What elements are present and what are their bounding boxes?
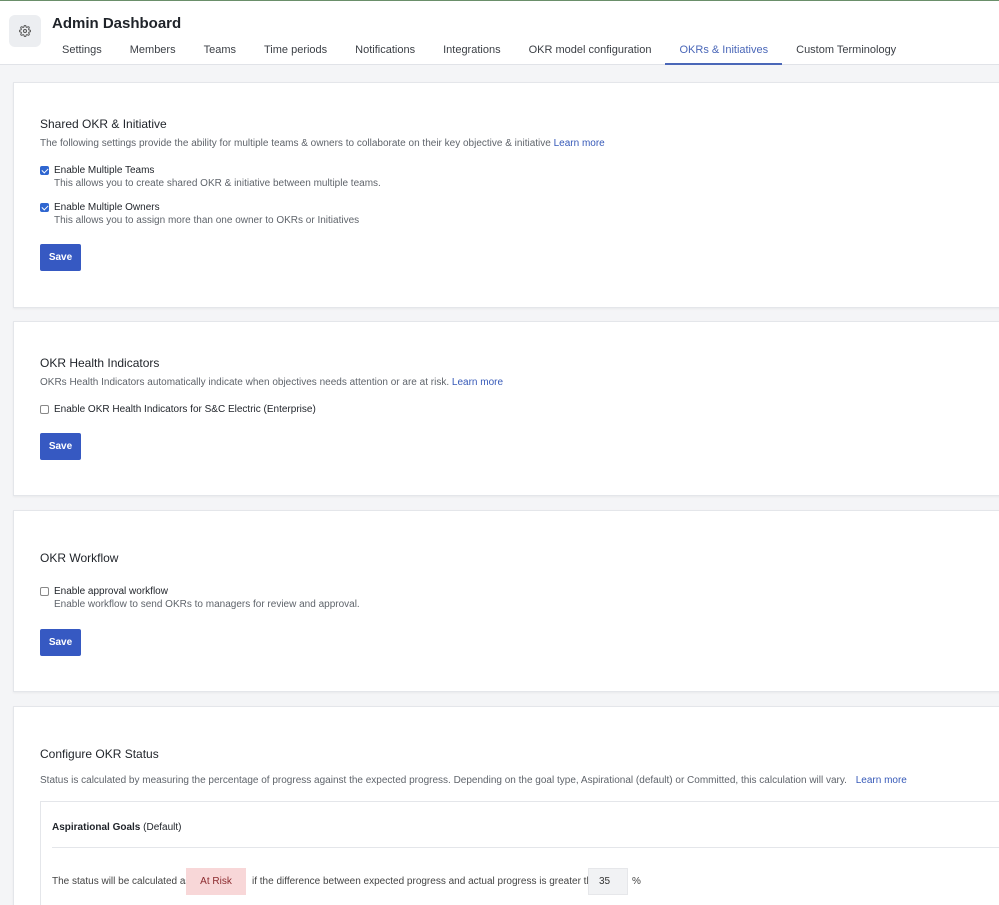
at-risk-status-badge[interactable]: At Risk <box>186 868 246 895</box>
okr-status-learn-more-link[interactable]: Learn more <box>856 775 907 786</box>
aspirational-goals-heading: Aspirational Goals (Default) <box>52 822 182 833</box>
approval-workflow-checkbox[interactable] <box>40 587 49 596</box>
settings-gear-button[interactable] <box>9 15 41 47</box>
threshold-percent-input[interactable]: 35 <box>588 868 628 895</box>
shared-okr-learn-more-link[interactable]: Learn more <box>554 138 605 149</box>
multiple-owners-label: Enable Multiple Owners <box>54 202 160 213</box>
okr-status-description: Status is calculated by measuring the pe… <box>40 775 907 786</box>
page-title: Admin Dashboard <box>52 15 182 32</box>
multiple-teams-checkbox[interactable] <box>40 166 49 175</box>
shared-okr-description-text: The following settings provide the abili… <box>40 138 551 149</box>
status-rule-prefix: The status will be calculated as <box>52 876 191 887</box>
shared-okr-save-button[interactable]: Save <box>40 244 81 271</box>
tab-teams[interactable]: Teams <box>190 37 250 65</box>
panel-divider <box>52 847 999 848</box>
aspirational-goals-label: Aspirational Goals <box>52 822 141 833</box>
multiple-teams-help: This allows you to create shared OKR & i… <box>54 178 381 189</box>
health-indicators-learn-more-link[interactable]: Learn more <box>452 377 503 388</box>
percent-unit: % <box>632 876 641 887</box>
shared-okr-card: Shared OKR & Initiative The following se… <box>13 82 999 308</box>
okr-workflow-card: OKR Workflow Enable approval workflow En… <box>13 510 999 692</box>
tab-time-periods[interactable]: Time periods <box>250 37 341 65</box>
okr-workflow-save-button[interactable]: Save <box>40 629 81 656</box>
multiple-owners-checkbox[interactable] <box>40 203 49 212</box>
aspirational-goals-default-label: (Default) <box>143 822 182 833</box>
okr-workflow-title: OKR Workflow <box>40 551 119 565</box>
app-header: Admin Dashboard Settings Members Teams T… <box>0 1 999 65</box>
multiple-owners-help: This allows you to assign more than one … <box>54 215 360 226</box>
shared-okr-description: The following settings provide the abili… <box>40 138 605 149</box>
gear-icon <box>19 25 31 37</box>
health-indicators-label: Enable OKR Health Indicators for S&C Ele… <box>54 404 316 415</box>
approval-workflow-help: Enable workflow to send OKRs to managers… <box>54 599 360 610</box>
approval-workflow-label: Enable approval workflow <box>54 586 168 597</box>
shared-okr-title: Shared OKR & Initiative <box>40 117 167 131</box>
okr-status-description-text: Status is calculated by measuring the pe… <box>40 775 847 786</box>
okr-status-card: Configure OKR Status Status is calculate… <box>13 706 999 905</box>
tab-okrs-initiatives[interactable]: OKRs & Initiatives <box>665 37 783 65</box>
admin-tabs: Settings Members Teams Time periods Noti… <box>48 37 910 65</box>
tab-custom-terminology[interactable]: Custom Terminology <box>782 37 910 65</box>
tab-okr-model-configuration[interactable]: OKR model configuration <box>515 37 666 65</box>
tab-members[interactable]: Members <box>116 37 190 65</box>
okr-status-title: Configure OKR Status <box>40 747 159 761</box>
multiple-teams-label: Enable Multiple Teams <box>54 165 155 176</box>
tab-settings[interactable]: Settings <box>48 37 116 65</box>
health-indicators-checkbox[interactable] <box>40 405 49 414</box>
health-indicators-title: OKR Health Indicators <box>40 356 160 370</box>
tab-notifications[interactable]: Notifications <box>341 37 429 65</box>
health-indicators-description: OKRs Health Indicators automatically ind… <box>40 377 503 388</box>
health-indicators-description-text: OKRs Health Indicators automatically ind… <box>40 377 450 388</box>
health-indicators-save-button[interactable]: Save <box>40 433 81 460</box>
tab-integrations[interactable]: Integrations <box>429 37 514 65</box>
aspirational-goals-panel: Aspirational Goals (Default) The status … <box>40 801 999 905</box>
status-rule-middle: if the difference between expected progr… <box>252 876 604 887</box>
health-indicators-card: OKR Health Indicators OKRs Health Indica… <box>13 321 999 496</box>
